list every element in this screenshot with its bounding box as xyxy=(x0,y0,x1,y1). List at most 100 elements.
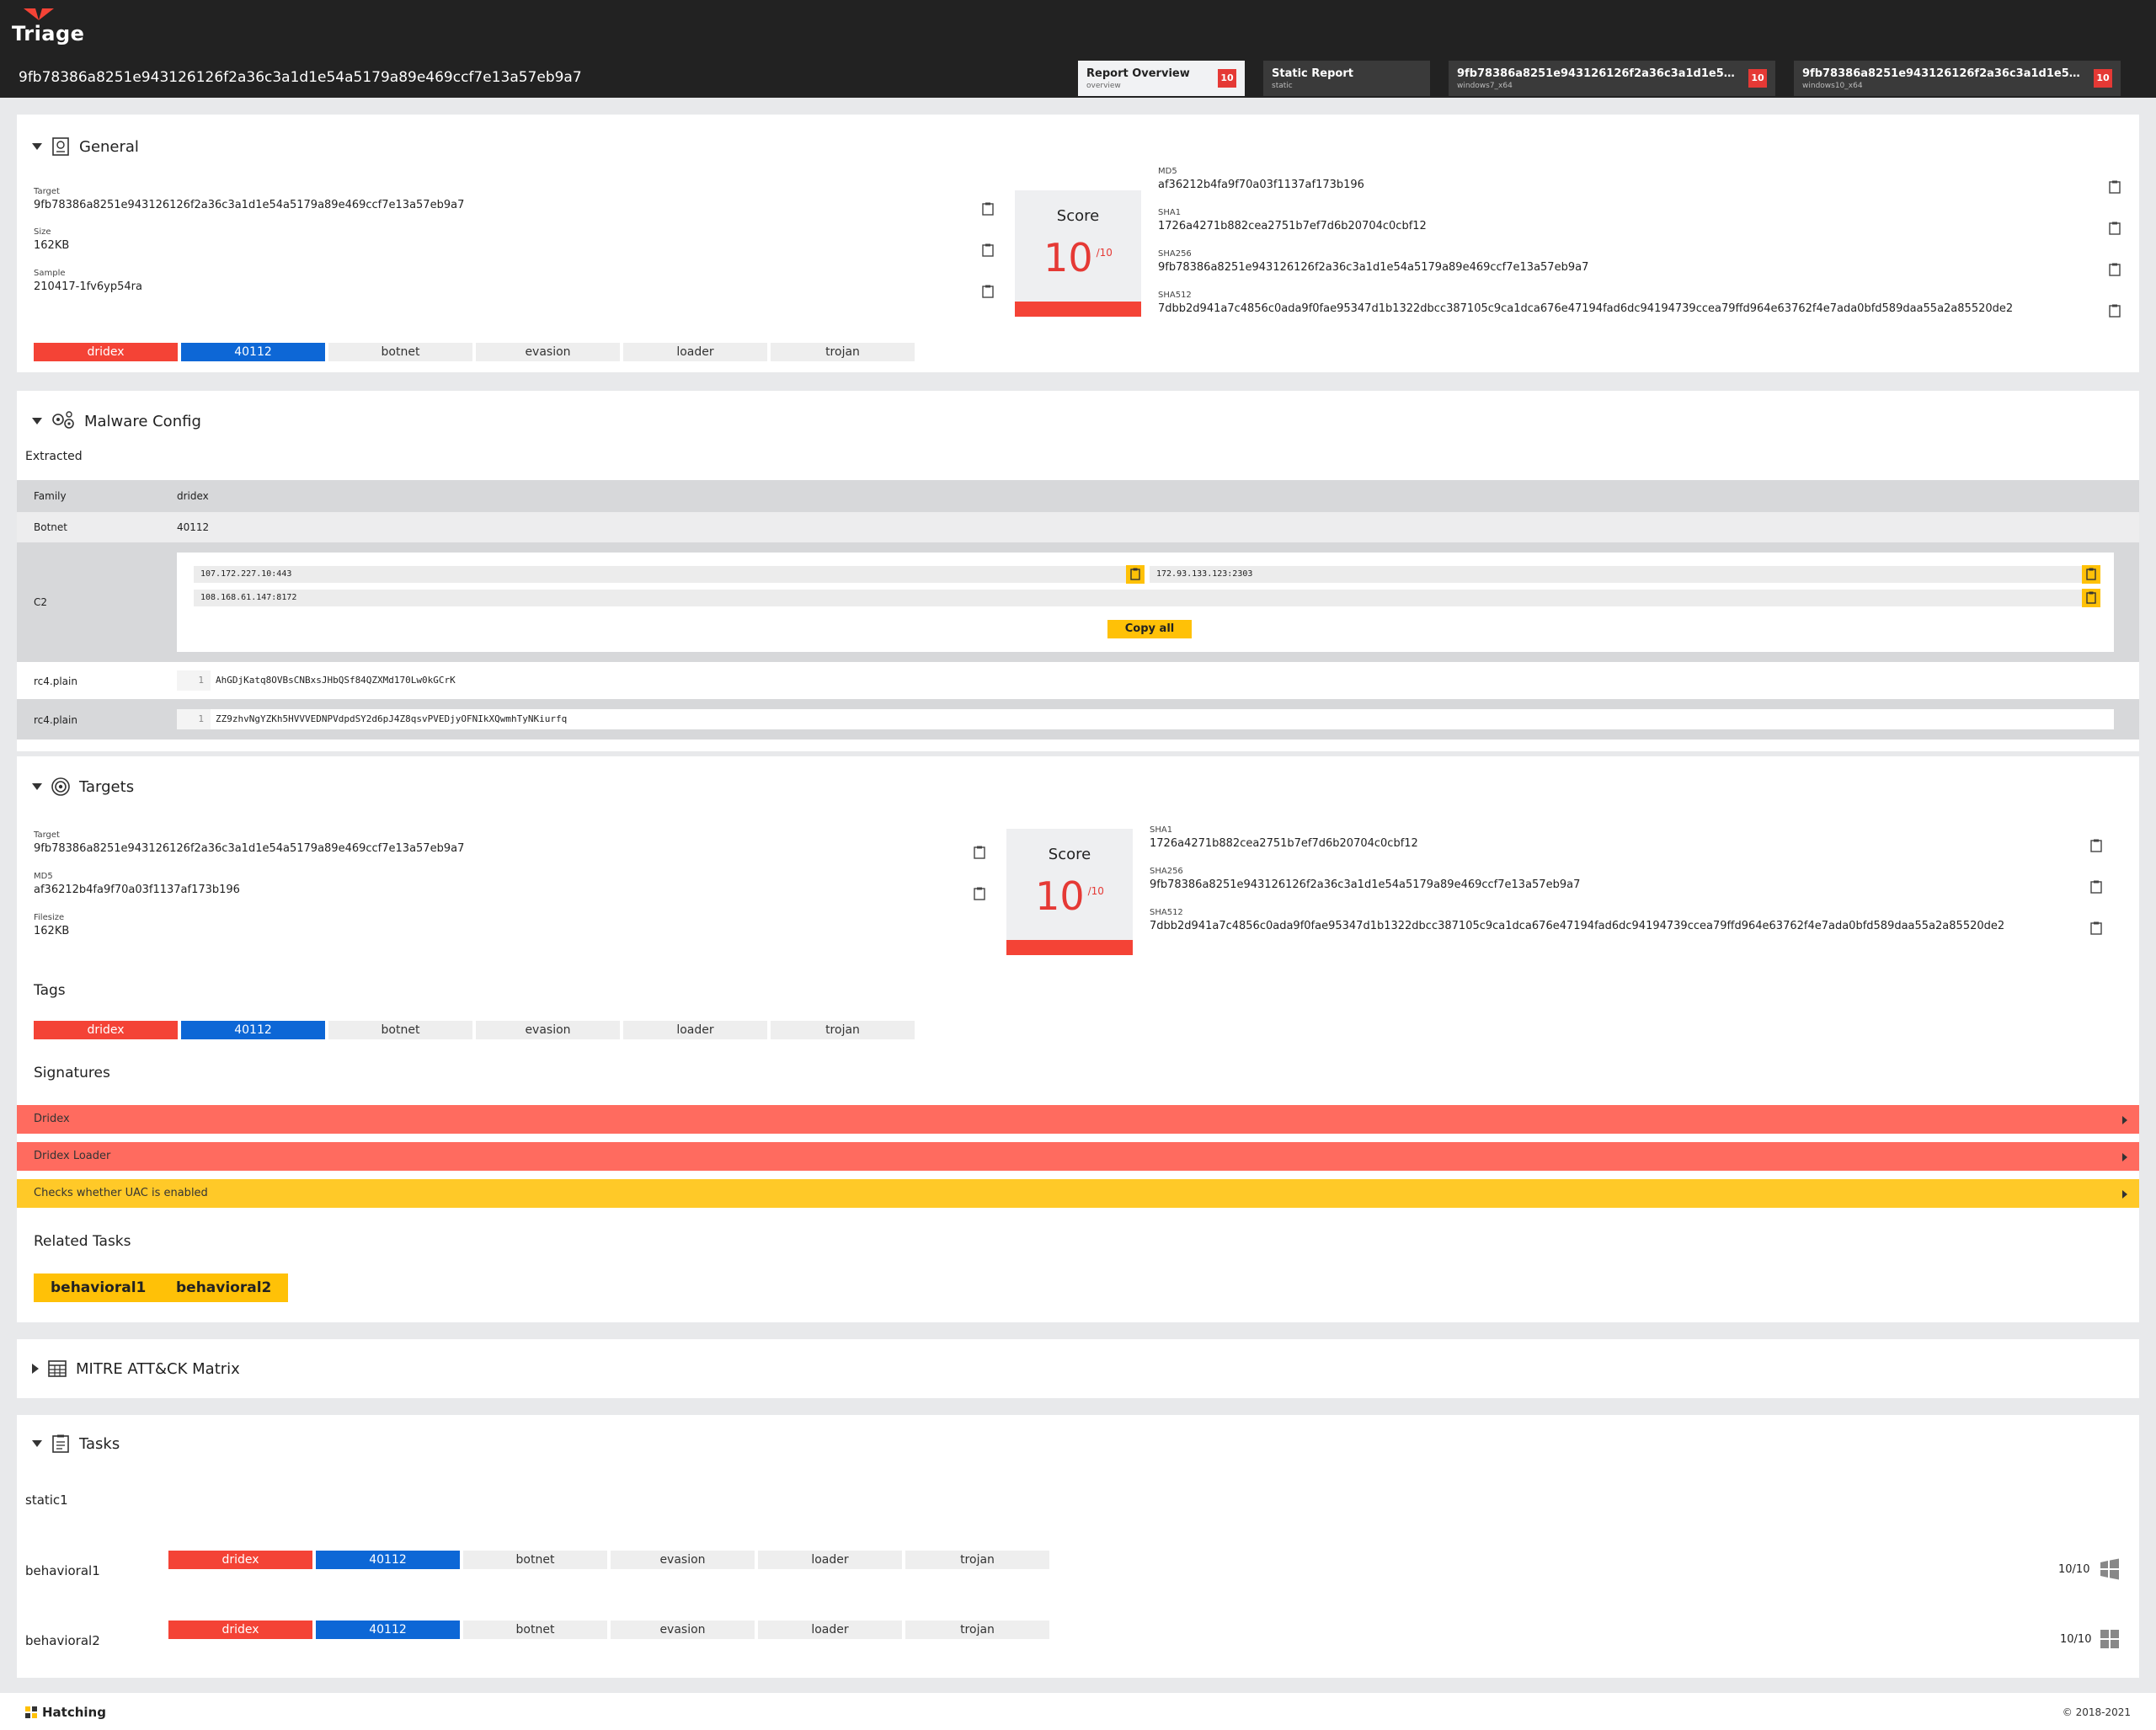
code-text: AhGDjKatq8OVBsCNBxsJHbQSf84QZXMd170Lw0kG… xyxy=(216,675,456,686)
signature-row-dridex[interactable]: Dridex xyxy=(17,1105,2139,1134)
copy-c2-button[interactable] xyxy=(2082,565,2100,584)
score-value: 10/10 xyxy=(1006,873,1133,919)
tag[interactable]: trojan xyxy=(905,1621,1049,1639)
field-value: 210417-1fv6yp54ra xyxy=(34,280,142,293)
tab-report-overview[interactable]: Report Overview overview 10 xyxy=(1078,61,1245,96)
clipboard-icon[interactable] xyxy=(2090,921,2102,935)
clipboard-icon xyxy=(1130,568,1140,580)
tag-botnet-id[interactable]: 40112 xyxy=(181,1021,325,1039)
targets-section: Targets Target 9fb78386a8251e943126126f2… xyxy=(17,756,2139,1322)
field-label: Target xyxy=(34,830,60,840)
related-tasks-heading: Related Tasks xyxy=(34,1233,131,1250)
sha1-field: SHA1 1726a4271b882cea2751b7ef7d6b20704c0… xyxy=(1150,825,1418,850)
clipboard-icon[interactable] xyxy=(2109,222,2121,235)
tag[interactable]: evasion xyxy=(476,1021,620,1039)
task-static1[interactable]: static1 xyxy=(25,1492,68,1508)
tag[interactable]: loader xyxy=(758,1551,902,1569)
tag[interactable]: botnet xyxy=(328,1021,472,1039)
malware-config-header[interactable]: Malware Config xyxy=(32,409,201,433)
tag[interactable]: botnet xyxy=(463,1551,607,1569)
clipboard-icon xyxy=(2086,568,2096,580)
clipboard-icon[interactable] xyxy=(2109,263,2121,276)
field-value: 162KB xyxy=(34,239,70,252)
tag[interactable]: botnet xyxy=(328,343,472,361)
copy-c2-button[interactable] xyxy=(1126,565,1145,584)
tag[interactable]: evasion xyxy=(611,1551,755,1569)
copy-c2-button[interactable] xyxy=(2082,589,2100,607)
clipboard-icon[interactable] xyxy=(2090,880,2102,894)
code-block[interactable]: 1 AhGDjKatq8OVBsCNBxsJHbQSf84QZXMd170Lw0k… xyxy=(177,670,2114,691)
tag[interactable]: trojan xyxy=(905,1551,1049,1569)
tag[interactable]: evasion xyxy=(476,343,620,361)
signature-row-dridex-loader[interactable]: Dridex Loader xyxy=(17,1142,2139,1171)
collapse-caret-icon[interactable] xyxy=(32,143,42,150)
signature-name: Checks whether UAC is enabled xyxy=(34,1187,208,1199)
tag[interactable]: evasion xyxy=(611,1621,755,1639)
gears-icon xyxy=(52,411,74,429)
tab-sub: static xyxy=(1272,82,1293,90)
tag-family[interactable]: dridex xyxy=(168,1551,312,1569)
copy-all-button[interactable]: Copy all xyxy=(1107,620,1192,638)
tag[interactable]: trojan xyxy=(771,1021,915,1039)
section-title: MITRE ATT&CK Matrix xyxy=(76,1359,240,1378)
signatures-heading: Signatures xyxy=(34,1065,110,1081)
score-number: 10 xyxy=(1043,235,1093,280)
score-bar xyxy=(1006,940,1133,955)
related-task-behavioral1[interactable]: behavioral1 xyxy=(34,1273,163,1302)
clipboard-icon[interactable] xyxy=(974,846,985,859)
clipboard-icon[interactable] xyxy=(2090,839,2102,852)
related-task-behavioral2[interactable]: behavioral2 xyxy=(159,1273,289,1302)
targets-header[interactable]: Targets xyxy=(32,775,134,798)
general-section: General Target 9fb78386a8251e943126126f2… xyxy=(17,115,2139,372)
tag[interactable]: trojan xyxy=(771,343,915,361)
tag-botnet-id[interactable]: 40112 xyxy=(316,1621,460,1639)
signature-row-uac[interactable]: Checks whether UAC is enabled xyxy=(17,1179,2139,1208)
expand-caret-icon[interactable] xyxy=(32,1364,39,1374)
tab-behavioral2[interactable]: 9fb78386a8251e943126126f2a36c3a1d1e54a51… xyxy=(1794,61,2121,96)
tab-score-badge: 10 xyxy=(1748,69,1767,88)
triage-logo[interactable]: Triage xyxy=(12,8,84,47)
tag[interactable]: loader xyxy=(758,1621,902,1639)
general-header[interactable]: General xyxy=(32,135,139,158)
clipboard-icon[interactable] xyxy=(2109,180,2121,194)
code-block[interactable]: 1 ZZ9zhvNgYZKh5HVVVEDNPVdpdSY2d6pJ4Z8qsvP… xyxy=(177,709,2114,729)
tag[interactable]: loader xyxy=(623,1021,767,1039)
score-label: Score xyxy=(1056,207,1100,225)
tag-botnet-id[interactable]: 40112 xyxy=(316,1551,460,1569)
collapse-caret-icon[interactable] xyxy=(32,783,42,790)
tag-family[interactable]: dridex xyxy=(34,1021,178,1039)
section-title: General xyxy=(79,137,139,156)
task-behavioral2[interactable]: behavioral2 xyxy=(25,1633,100,1648)
clipboard-icon[interactable] xyxy=(982,285,994,298)
clipboard-icon[interactable] xyxy=(974,887,985,900)
tab-static-report[interactable]: Static Report static xyxy=(1263,61,1430,96)
tag-botnet-id[interactable]: 40112 xyxy=(181,343,325,361)
score-number: 10 xyxy=(1035,873,1085,919)
clipboard-icon[interactable] xyxy=(982,243,994,257)
mitre-header[interactable]: MITRE ATT&CK Matrix xyxy=(32,1357,240,1380)
field-label: SHA256 xyxy=(1158,249,1192,259)
collapse-caret-icon[interactable] xyxy=(32,418,42,424)
tab-behavioral1[interactable]: 9fb78386a8251e943126126f2a36c3a1d1e54a51… xyxy=(1449,61,1775,96)
chevron-right-icon xyxy=(2122,1190,2127,1199)
line-number: 1 xyxy=(177,670,211,691)
md5-field: MD5 af36212b4fa9f70a03f1137af173b196 xyxy=(1158,167,1364,191)
tab-sub: windows7_x64 xyxy=(1457,82,1513,90)
clipboard-icon[interactable] xyxy=(982,202,994,216)
tag[interactable]: loader xyxy=(623,343,767,361)
windows7-icon xyxy=(2100,1558,2119,1580)
tag-family[interactable]: dridex xyxy=(168,1621,312,1639)
clipboard-icon[interactable] xyxy=(2109,304,2121,318)
hatching-logo[interactable]: Hatching xyxy=(25,1705,106,1720)
tag-family[interactable]: dridex xyxy=(34,343,178,361)
report-tabs: Report Overview overview 10 Static Repor… xyxy=(1078,61,2121,98)
signature-name: Dridex Loader xyxy=(34,1150,111,1162)
tasks-header[interactable]: Tasks xyxy=(32,1432,120,1455)
config-key: Botnet xyxy=(34,521,67,533)
field-label: Filesize xyxy=(34,913,65,922)
collapse-caret-icon[interactable] xyxy=(32,1440,42,1447)
tab-sub: overview xyxy=(1086,82,1121,90)
tag[interactable]: botnet xyxy=(463,1621,607,1639)
task-behavioral1[interactable]: behavioral1 xyxy=(25,1563,100,1578)
config-key: C2 xyxy=(34,596,48,608)
